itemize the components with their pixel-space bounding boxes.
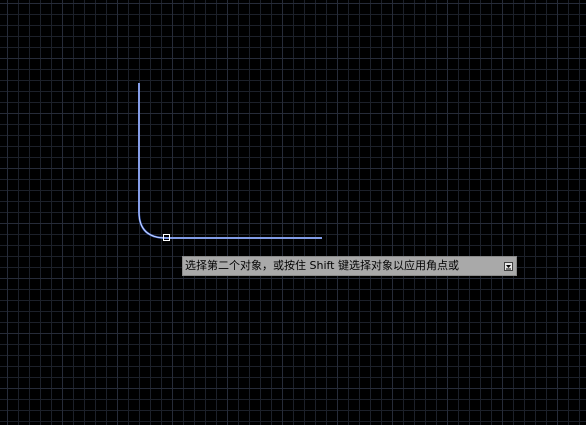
arrow-down-icon — [506, 265, 511, 270]
fillet-arc-highlight — [138, 211, 167, 239]
drawing-canvas[interactable]: 选择第二个对象，或按住 Shift 键选择对象以应用角点或 — [0, 0, 586, 425]
drawing-layer — [138, 83, 322, 241]
fillet-arc[interactable] — [138, 211, 167, 239]
command-prompt-text: 选择第二个对象，或按住 Shift 键选择对象以应用角点或 — [185, 259, 459, 272]
command-prompt-tooltip: 选择第二个对象，或按住 Shift 键选择对象以应用角点或 — [182, 256, 517, 276]
dropdown-button[interactable] — [504, 262, 513, 271]
